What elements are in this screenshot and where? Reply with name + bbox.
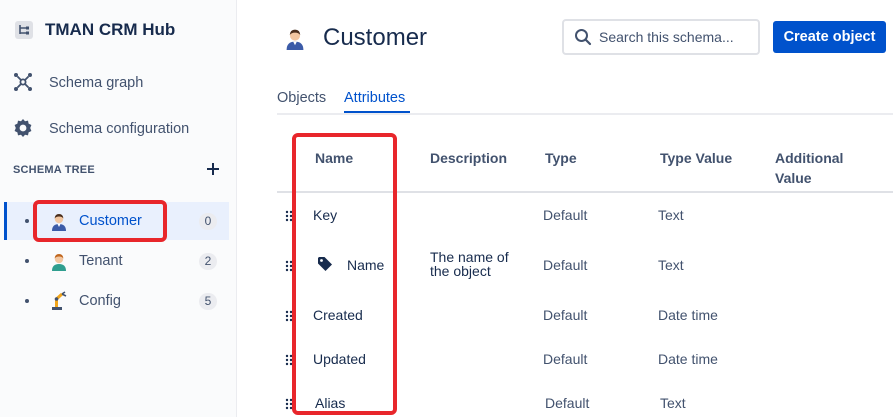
column-header-type-value[interactable]: Type Value xyxy=(660,148,732,168)
attribute-name: Key xyxy=(313,207,338,223)
label-tag-icon xyxy=(317,256,333,272)
drag-handle-icon[interactable] xyxy=(285,209,293,222)
attribute-description-line2: the object xyxy=(430,263,491,279)
attribute-type-value: Date time xyxy=(658,351,718,367)
tenant-avatar-icon xyxy=(49,251,69,271)
attribute-type-value: Date time xyxy=(658,307,718,323)
attribute-name: Created xyxy=(313,307,363,323)
gear-icon xyxy=(12,117,34,142)
column-header-additional-value-line2: Value xyxy=(775,170,812,186)
search-input[interactable]: Search this schema... xyxy=(562,19,760,55)
tree-item-label: Customer xyxy=(79,213,142,229)
tree-item-count: 2 xyxy=(199,253,217,270)
attribute-name: Name xyxy=(347,257,385,273)
attribute-description: The name of the object xyxy=(430,250,509,278)
attribute-name: Alias xyxy=(315,395,346,411)
column-header-additional-value[interactable]: Additional Value xyxy=(775,148,843,188)
tree-item-count: 5 xyxy=(199,293,217,310)
table-row[interactable]: Name The name of the object Default Text xyxy=(277,244,893,288)
nav-schema-graph[interactable]: Schema graph xyxy=(12,70,143,96)
attribute-type: Default xyxy=(543,307,588,323)
attribute-description-line1: The name of xyxy=(430,249,509,265)
attribute-type: Default xyxy=(543,351,588,367)
column-header-type[interactable]: Type xyxy=(545,148,577,168)
tree-item-customer[interactable]: Customer 0 xyxy=(4,202,229,240)
sidebar: TMAN CRM Hub Schema graph Schema configu… xyxy=(0,0,237,417)
customer-avatar-icon xyxy=(283,26,307,50)
drag-handle-icon[interactable] xyxy=(285,397,293,410)
attribute-type: Default xyxy=(543,207,588,223)
drag-handle-icon[interactable] xyxy=(285,259,293,272)
robot-arm-icon xyxy=(49,291,69,311)
tab-objects[interactable]: Objects xyxy=(277,90,326,106)
column-header-name[interactable]: Name xyxy=(315,148,353,168)
tree-item-count: 0 xyxy=(199,213,217,230)
attribute-type: Default xyxy=(543,257,588,273)
drag-handle-icon[interactable] xyxy=(285,353,293,366)
tree-bullet xyxy=(25,219,29,223)
table-header-divider xyxy=(277,191,893,193)
table-row[interactable]: Key Default Text xyxy=(277,194,893,234)
search-placeholder: Search this schema... xyxy=(599,29,734,45)
column-header-description[interactable]: Description xyxy=(430,148,507,168)
nav-schema-configuration[interactable]: Schema configuration xyxy=(12,116,189,142)
customer-avatar-icon xyxy=(49,211,69,231)
page-title: Customer xyxy=(323,24,428,51)
tree-bullet xyxy=(25,259,29,263)
table-row[interactable]: Updated Default Date time xyxy=(277,338,893,378)
search-icon xyxy=(574,28,592,46)
attribute-type-value: Text xyxy=(658,207,684,223)
tree-bullet xyxy=(25,299,29,303)
tree-item-config[interactable]: Config 5 xyxy=(4,282,229,320)
nav-schema-configuration-label: Schema configuration xyxy=(49,121,190,137)
active-tab-indicator xyxy=(344,111,410,113)
plus-icon xyxy=(206,162,220,179)
attribute-type-value: Text xyxy=(658,257,684,273)
app-header[interactable]: TMAN CRM Hub xyxy=(12,18,175,42)
table-row[interactable]: Alias Default Text xyxy=(277,382,893,417)
schema-tree-icon xyxy=(12,18,36,42)
attribute-name: Updated xyxy=(313,351,366,367)
attribute-type-value: Text xyxy=(660,395,686,411)
app-title: TMAN CRM Hub xyxy=(45,20,176,39)
nav-schema-graph-label: Schema graph xyxy=(49,75,144,91)
drag-handle-icon[interactable] xyxy=(285,309,293,322)
graph-icon xyxy=(12,71,34,96)
tab-attributes[interactable]: Attributes xyxy=(344,90,405,106)
attribute-type: Default xyxy=(545,395,590,411)
column-header-additional-value-line1: Additional xyxy=(775,150,844,166)
tree-item-tenant[interactable]: Tenant 2 xyxy=(4,242,229,280)
tree-item-label: Config xyxy=(79,293,121,309)
add-object-type-button[interactable] xyxy=(204,161,222,179)
create-object-button[interactable]: Create object xyxy=(773,21,886,53)
schema-tree-heading: SCHEMA TREE xyxy=(13,164,95,176)
table-row[interactable]: Created Default Date time xyxy=(277,294,893,334)
tree-item-label: Tenant xyxy=(79,253,123,269)
tabs-divider xyxy=(277,113,893,115)
